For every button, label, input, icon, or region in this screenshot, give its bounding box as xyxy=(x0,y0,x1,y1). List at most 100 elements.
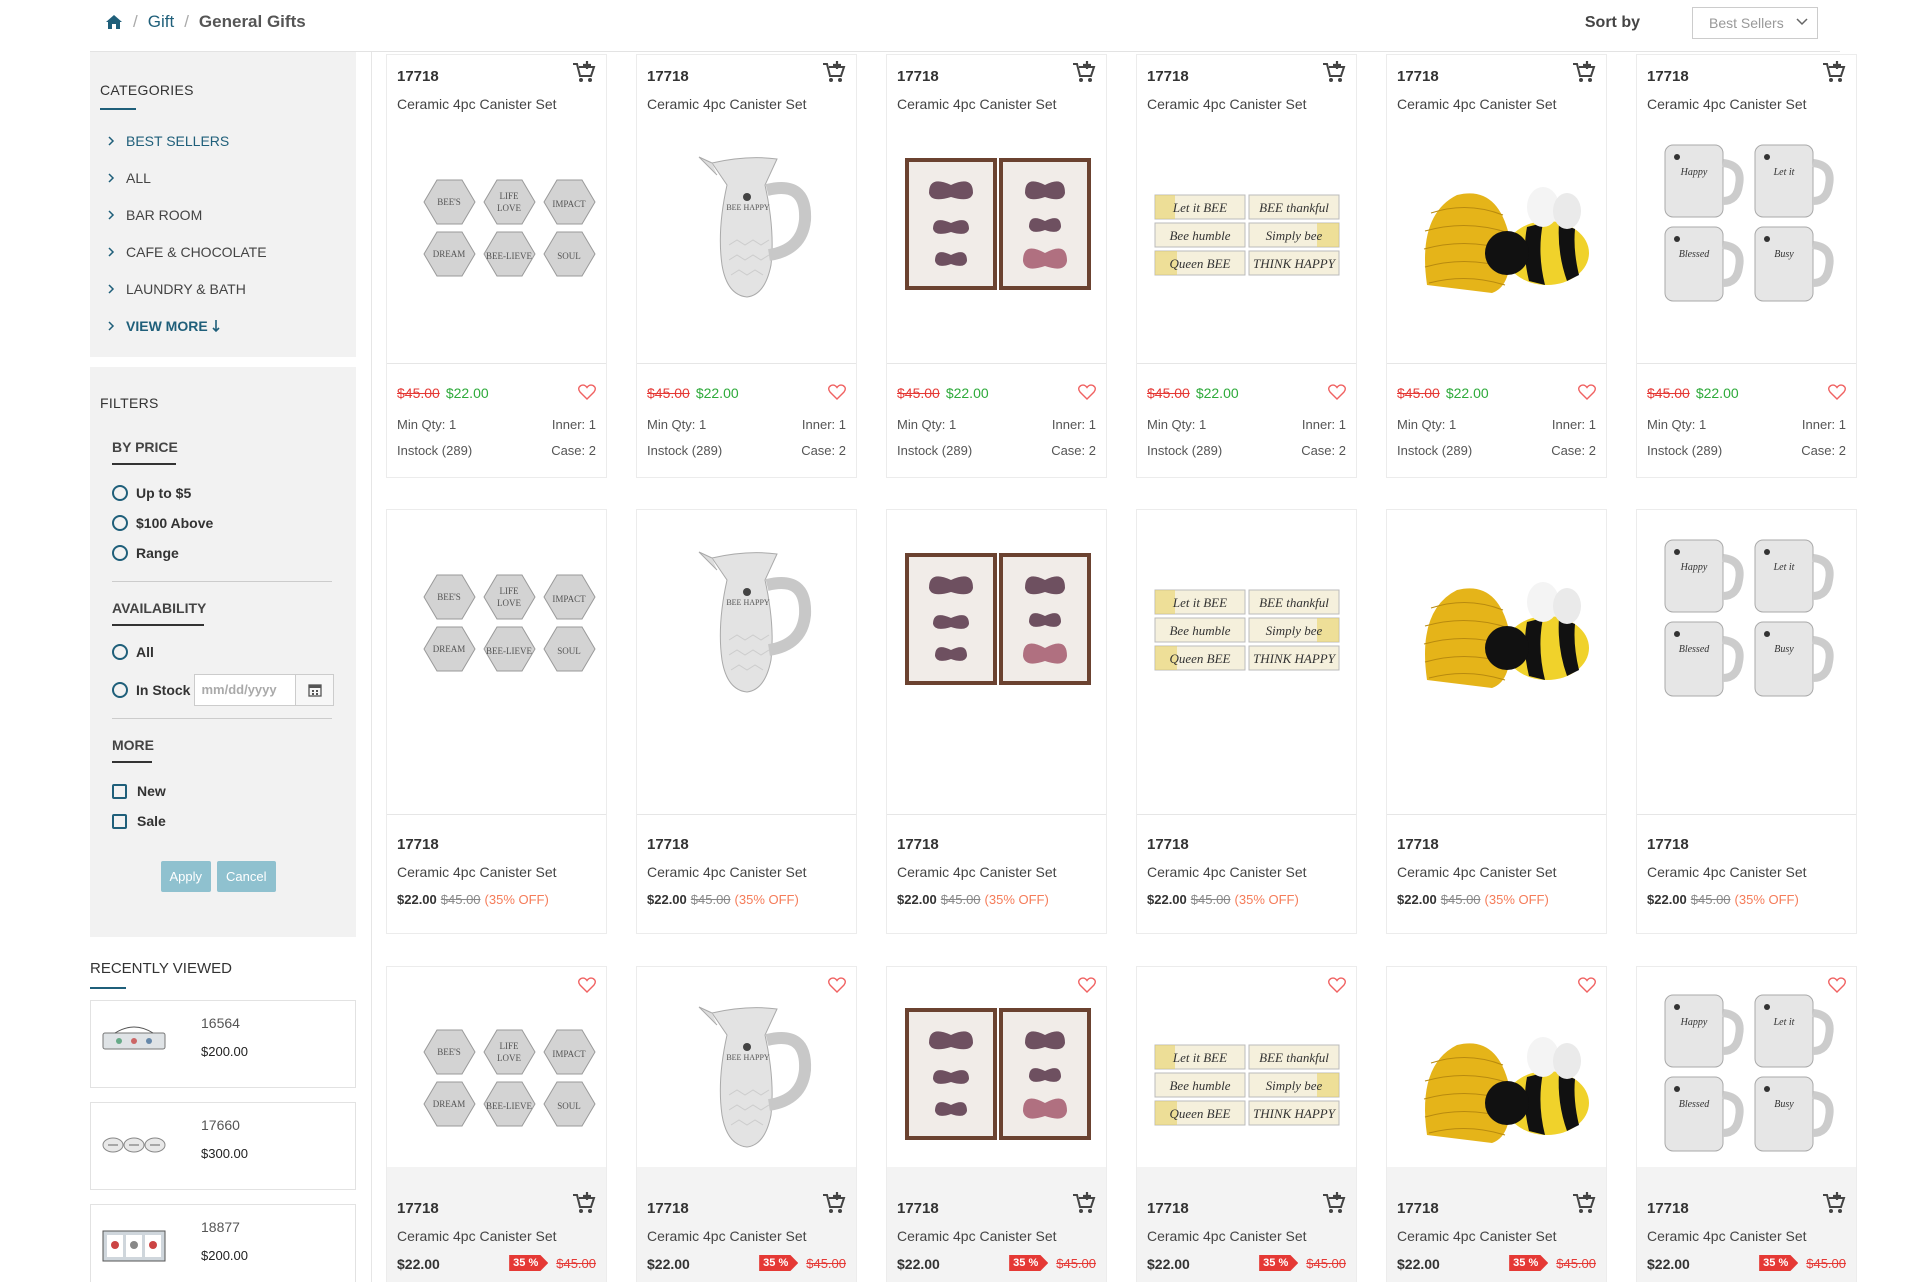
checkbox[interactable] xyxy=(112,783,127,799)
heart-icon[interactable] xyxy=(578,384,596,400)
cancel-button[interactable]: Cancel xyxy=(217,861,276,892)
product-name[interactable]: Ceramic 4pc Canister Set xyxy=(897,864,1057,880)
add-to-cart-icon[interactable] xyxy=(1322,61,1346,83)
product-image[interactable] xyxy=(897,135,1097,305)
product-image[interactable]: BEE'S LIFE LOVE IMPACT DREAM BEE-LIEVE SOUL xyxy=(397,135,597,305)
heart-icon[interactable] xyxy=(1828,384,1846,400)
product-card[interactable]: 17718 Ceramic 4pc Canister Set Let it BEE… xyxy=(1136,54,1357,478)
view-more-link[interactable]: VIEW MORE xyxy=(100,307,356,344)
availability-option-in-stock[interactable]: In Stock mm/dd/yyyy xyxy=(112,674,336,706)
add-to-cart-icon[interactable] xyxy=(1822,61,1846,83)
sort-select[interactable]: Best Sellers xyxy=(1692,7,1818,39)
add-to-cart-icon[interactable] xyxy=(1072,61,1096,83)
product-card[interactable]: BEE HAPPY 17718 Ceramic 4pc Canister Set $… xyxy=(636,509,857,934)
radio-button[interactable] xyxy=(112,485,128,501)
product-card[interactable]: 17718 Ceramic 4pc Canister Set $22.00 35 % $… xyxy=(886,966,1107,1282)
product-image[interactable] xyxy=(1397,135,1597,305)
product-card[interactable]: 17718 Ceramic 4pc Canister Set $22.00 $45.0… xyxy=(1386,509,1607,934)
apply-button[interactable]: Apply xyxy=(160,861,212,892)
heart-icon[interactable] xyxy=(1078,384,1096,400)
recently-viewed-item[interactable]: 17660 $300.00 xyxy=(90,1102,356,1190)
product-card[interactable]: 17718 Ceramic 4pc Canister Set $45.00 $22.… xyxy=(886,54,1107,478)
product-image[interactable]: BEE HAPPY xyxy=(647,135,847,305)
availability-option-all[interactable]: All xyxy=(112,642,336,662)
category-laundry-bath[interactable]: LAUNDRY & BATH xyxy=(100,270,356,307)
product-card[interactable]: Happy Let it Blessed Busy 17718 Ceramic 4pc … xyxy=(1636,966,1857,1282)
product-card[interactable]: 17718 Ceramic 4pc Canister Set $45.00 $22.… xyxy=(1386,54,1607,478)
more-option-new[interactable]: New xyxy=(112,781,336,801)
more-option-sale[interactable]: Sale xyxy=(112,811,336,831)
product-card[interactable]: BEE'S LIFE LOVE IMPACT DREAM BEE-LIEVE SOUL 1… xyxy=(386,509,607,934)
product-name[interactable]: Ceramic 4pc Canister Set xyxy=(1647,864,1807,880)
product-name[interactable]: Ceramic 4pc Canister Set xyxy=(1397,96,1557,112)
product-image[interactable]: BEE HAPPY xyxy=(647,530,847,700)
category-bar-room[interactable]: BAR ROOM xyxy=(100,196,356,233)
price-option-100-above[interactable]: $100 Above xyxy=(112,513,336,533)
product-image[interactable]: Let it BEE BEE thankful Bee humble Simply b… xyxy=(1147,985,1347,1155)
radio-button[interactable] xyxy=(112,682,128,698)
category-best-sellers[interactable]: BEST SELLERS xyxy=(100,122,356,159)
heart-icon[interactable] xyxy=(828,384,846,400)
add-to-cart-icon[interactable] xyxy=(1822,1192,1846,1214)
product-image[interactable]: BEE'S LIFE LOVE IMPACT DREAM BEE-LIEVE SOUL xyxy=(397,530,597,700)
product-image[interactable] xyxy=(897,985,1097,1155)
add-to-cart-icon[interactable] xyxy=(822,1192,846,1214)
recently-viewed-item[interactable]: 16564 $200.00 xyxy=(90,1000,356,1088)
product-image[interactable]: BEE'S LIFE LOVE IMPACT DREAM BEE-LIEVE SOUL xyxy=(397,985,597,1155)
product-name[interactable]: Ceramic 4pc Canister Set xyxy=(397,864,557,880)
add-to-cart-icon[interactable] xyxy=(822,61,846,83)
product-name[interactable]: Ceramic 4pc Canister Set xyxy=(1147,96,1307,112)
radio-button[interactable] xyxy=(112,545,128,561)
category-cafe-chocolate[interactable]: CAFE & CHOCOLATE xyxy=(100,233,356,270)
product-card[interactable]: BEE'S LIFE LOVE IMPACT DREAM BEE-LIEVE SOUL 1… xyxy=(386,966,607,1282)
product-image[interactable]: Happy Let it Blessed Busy xyxy=(1647,135,1847,305)
product-name[interactable]: Ceramic 4pc Canister Set xyxy=(1397,1228,1557,1244)
product-image[interactable]: Happy Let it Blessed Busy xyxy=(1647,530,1847,700)
product-card[interactable]: 17718 Ceramic 4pc Canister Set BEE HAPPY … xyxy=(636,54,857,478)
product-name[interactable]: Ceramic 4pc Canister Set xyxy=(647,864,807,880)
heart-icon[interactable] xyxy=(1328,384,1346,400)
product-card[interactable]: Let it BEE BEE thankful Bee humble Simply b… xyxy=(1136,966,1357,1282)
price-option-range[interactable]: Range xyxy=(112,543,336,563)
checkbox[interactable] xyxy=(112,813,127,829)
product-name[interactable]: Ceramic 4pc Canister Set xyxy=(647,96,807,112)
radio-button[interactable] xyxy=(112,644,128,660)
product-image[interactable] xyxy=(897,530,1097,700)
product-name[interactable]: Ceramic 4pc Canister Set xyxy=(1397,864,1557,880)
breadcrumb-gift[interactable]: Gift xyxy=(148,12,174,32)
product-image[interactable]: BEE HAPPY xyxy=(647,985,847,1155)
product-image[interactable]: Let it BEE BEE thankful Bee humble Simply b… xyxy=(1147,530,1347,700)
product-name[interactable]: Ceramic 4pc Canister Set xyxy=(897,1228,1057,1244)
add-to-cart-icon[interactable] xyxy=(1072,1192,1096,1214)
product-card[interactable]: 17718 Ceramic 4pc Canister Set $22.00 35 % $… xyxy=(1386,966,1607,1282)
date-input[interactable]: mm/dd/yyyy xyxy=(194,674,297,706)
product-image[interactable]: Let it BEE BEE thankful Bee humble Simply b… xyxy=(1147,135,1347,305)
calendar-button[interactable] xyxy=(296,674,335,706)
heart-icon[interactable] xyxy=(1578,384,1596,400)
category-all[interactable]: ALL xyxy=(100,159,356,196)
add-to-cart-icon[interactable] xyxy=(572,61,596,83)
product-image[interactable] xyxy=(1397,985,1597,1155)
price-option-up-to-5[interactable]: Up to $5 xyxy=(112,483,336,503)
product-card[interactable]: 17718 Ceramic 4pc Canister Set BEE'S LIFE L… xyxy=(386,54,607,478)
product-image[interactable] xyxy=(1397,530,1597,700)
product-name[interactable]: Ceramic 4pc Canister Set xyxy=(897,96,1057,112)
product-card[interactable]: Happy Let it Blessed Busy 17718 Ceramic 4pc … xyxy=(1636,509,1857,934)
product-card[interactable]: 17718 Ceramic 4pc Canister Set Happy Let i… xyxy=(1636,54,1857,478)
product-name[interactable]: Ceramic 4pc Canister Set xyxy=(647,1228,807,1244)
home-icon[interactable] xyxy=(105,14,123,30)
add-to-cart-icon[interactable] xyxy=(1572,61,1596,83)
product-card[interactable]: Let it BEE BEE thankful Bee humble Simply b… xyxy=(1136,509,1357,934)
product-name[interactable]: Ceramic 4pc Canister Set xyxy=(397,96,557,112)
product-name[interactable]: Ceramic 4pc Canister Set xyxy=(1647,1228,1807,1244)
recently-viewed-item[interactable]: 18877 $200.00 xyxy=(90,1204,356,1282)
product-card[interactable]: 17718 Ceramic 4pc Canister Set $22.00 $45.0… xyxy=(886,509,1107,934)
product-name[interactable]: Ceramic 4pc Canister Set xyxy=(397,1228,557,1244)
add-to-cart-icon[interactable] xyxy=(572,1192,596,1214)
add-to-cart-icon[interactable] xyxy=(1572,1192,1596,1214)
radio-button[interactable] xyxy=(112,515,128,531)
product-card[interactable]: BEE HAPPY 17718 Ceramic 4pc Canister Set $… xyxy=(636,966,857,1282)
product-name[interactable]: Ceramic 4pc Canister Set xyxy=(1647,96,1807,112)
product-name[interactable]: Ceramic 4pc Canister Set xyxy=(1147,864,1307,880)
product-name[interactable]: Ceramic 4pc Canister Set xyxy=(1147,1228,1307,1244)
